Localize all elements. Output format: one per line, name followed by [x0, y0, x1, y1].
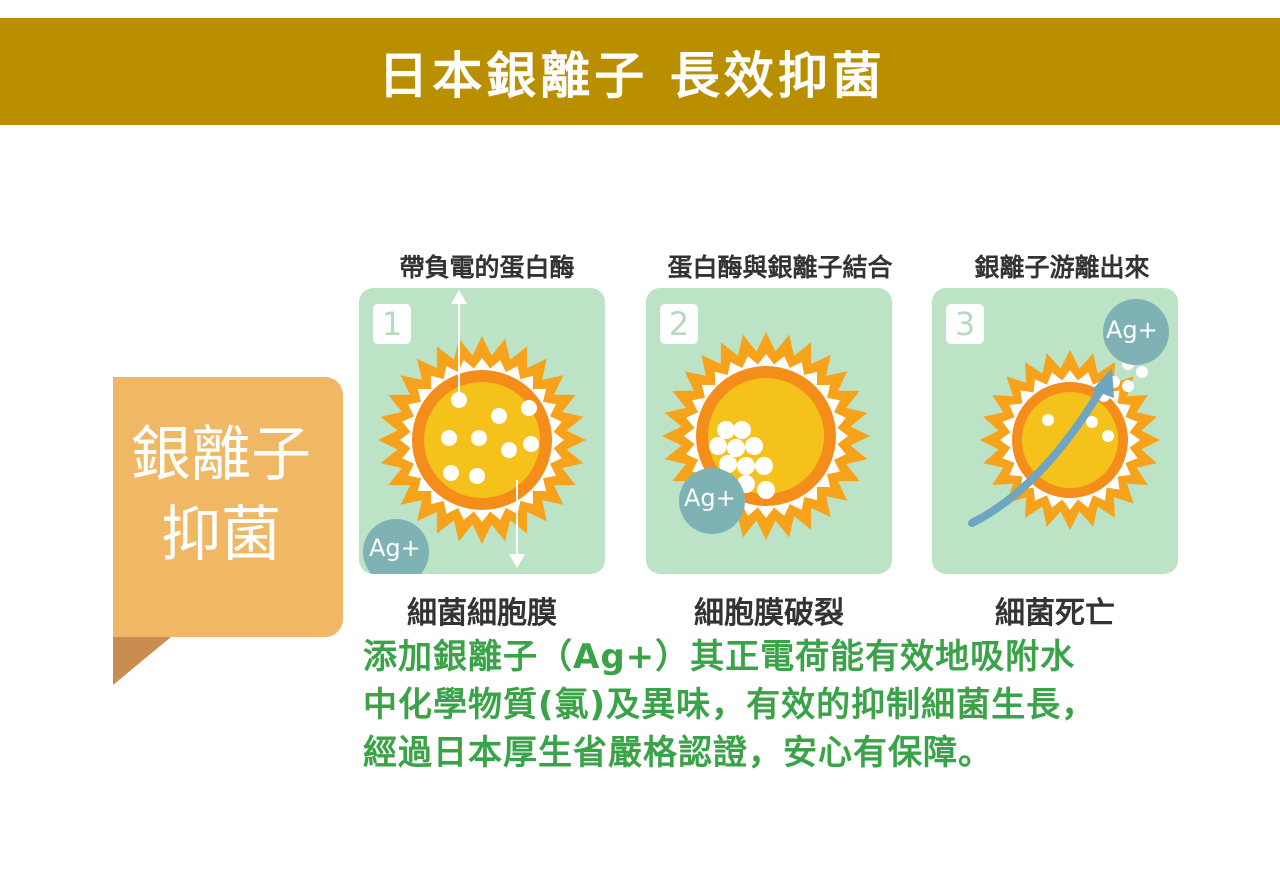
step-2-ion-label: Ag+: [684, 484, 736, 512]
step-1-number: 1: [373, 304, 411, 344]
step-2-number: 2: [660, 304, 698, 344]
step-3-label: 細菌死亡: [995, 596, 1115, 631]
step-1-panel: 1 Ag+: [359, 288, 605, 574]
header-banner: 日本銀離子 長效抑菌: [0, 18, 1280, 125]
step-2-label: 細胞膜破裂: [694, 596, 844, 631]
description-line-2: 中化學物質(氯)及異味，有效的抑制細菌生長，: [363, 685, 1097, 725]
side-tab-line2: 抑菌: [161, 500, 281, 570]
side-tab-fold: [113, 637, 171, 685]
step-3-ion-label: Ag+: [1106, 316, 1158, 344]
step-3-panel: 3 Ag+: [932, 288, 1178, 574]
step-1-caption: 帶負電的蛋白酶: [399, 253, 575, 282]
step-1-ion-label: Ag+: [369, 534, 421, 562]
description-line-3: 經過日本厚生省嚴格認證，安心有保障。: [363, 733, 993, 773]
page-title: 日本銀離子 長效抑菌: [378, 46, 886, 105]
description-line-1: 添加銀離子（Ag+）其正電荷能有效地吸附水: [363, 637, 1076, 677]
side-tab-line1: 銀離子: [131, 420, 311, 490]
step-2-panel: 2 Ag+: [646, 288, 892, 574]
side-tab-text: 銀離子 抑菌: [113, 415, 329, 575]
step-2-caption: 蛋白酶與銀離子結合: [667, 253, 893, 282]
step-3-caption: 銀離子游離出來: [974, 253, 1150, 282]
step-3-number: 3: [946, 304, 984, 344]
step-1-label: 細菌細胞膜: [407, 596, 557, 631]
description: 添加銀離子（Ag+）其正電荷能有效地吸附水 中化學物質(氯)及異味，有效的抑制細…: [363, 633, 1243, 777]
